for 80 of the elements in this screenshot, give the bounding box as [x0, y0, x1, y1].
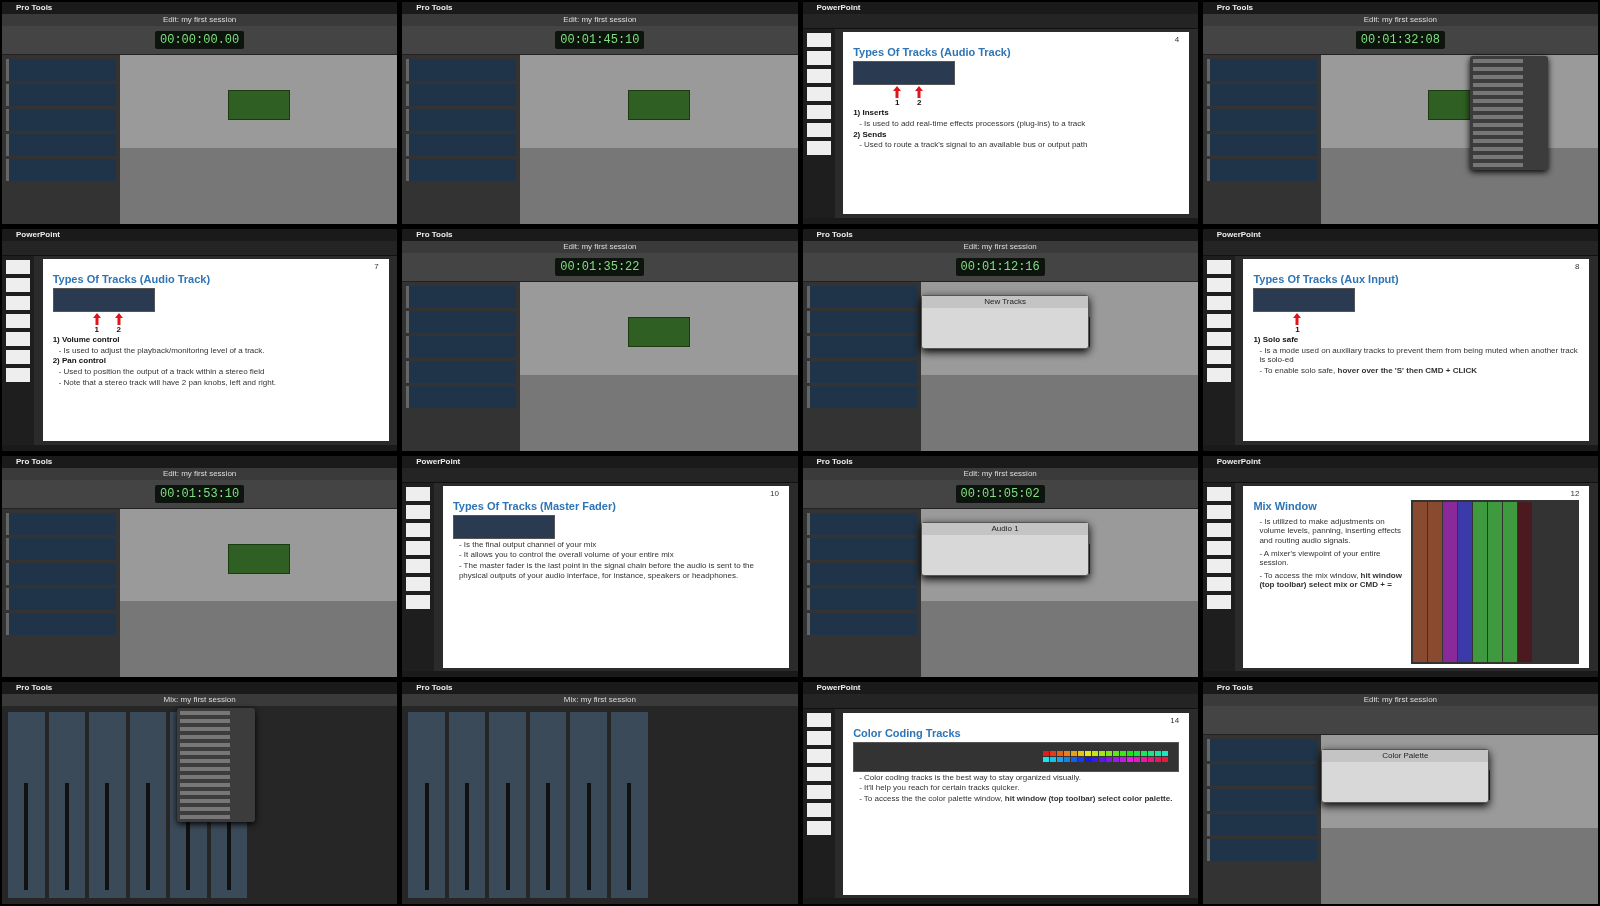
app-name: Pro Tools — [416, 2, 453, 14]
page-number: 8 — [1574, 262, 1580, 272]
app-name: Pro Tools — [1216, 682, 1254, 695]
bullet-text: - Is used to add real-time effects processors (plug-ins) to a track — [858, 118, 1087, 129]
app-name: PowerPoint — [1216, 455, 1261, 468]
dropdown-menu[interactable] — [1470, 56, 1548, 170]
page-number: 12 — [1570, 488, 1580, 498]
page-number: 14 — [1170, 715, 1180, 725]
bullet-text: - To access the the color palette window, hit window (top toolbar) select color palette. — [858, 793, 1174, 804]
bullet-text: 1) Volume control — [52, 335, 121, 345]
slide-title: Types Of Tracks (Aux Input) — [1253, 273, 1399, 286]
arrow-icon — [915, 86, 924, 99]
app-name: Pro Tools — [1216, 2, 1254, 14]
app-name: PowerPoint — [816, 682, 861, 695]
page-number: 4 — [1174, 35, 1180, 45]
marker-number: 2 — [916, 98, 922, 108]
bullet-text: - It'll help you reach for certain tracks quicker. — [858, 783, 1021, 793]
arrow-icon — [92, 313, 101, 326]
time-counter: 00:01:12:16 — [955, 257, 1045, 276]
app-name: Pro Tools — [816, 455, 853, 468]
audio-clip — [627, 90, 690, 120]
app-name: PowerPoint — [416, 455, 461, 468]
bullet-text: - Used to route a track's signal to an available bus or output path — [858, 140, 1089, 150]
marker-number: 1 — [1295, 325, 1300, 335]
page-number: 7 — [374, 262, 379, 272]
window-title: Edit: my first session — [402, 14, 798, 26]
slide-title: Types Of Tracks (Master Fader) — [452, 499, 616, 512]
bullet-text: - To access the mix window, hit window (top toolbar) select mix or CMD + = — [1258, 570, 1403, 591]
slide-title: Color Coding Tracks — [853, 726, 961, 739]
bullet-text: - To enable solo safe, hover over the 'S' then CMD + CLICK — [1258, 365, 1479, 376]
app-name: PowerPoint — [16, 228, 60, 241]
bullet-text: - Color coding tracks is the best way to stay organized visually. — [858, 772, 1082, 783]
dropdown-menu[interactable] — [177, 708, 255, 823]
time-counter: 00:01:45:10 — [555, 31, 645, 49]
bullet-text: 2) Pan control — [52, 356, 107, 366]
app-name: Pro Tools — [816, 228, 853, 241]
bullet-text: - Is the final output channel of your mix — [457, 539, 598, 550]
window-title: Edit: my first session — [2, 14, 398, 26]
app-name: Pro Tools — [16, 455, 53, 468]
dialog-title: Audio 1 — [922, 523, 1089, 535]
app-name: PowerPoint — [816, 2, 861, 14]
app-name: PowerPoint — [1216, 228, 1261, 241]
audio-clip — [227, 90, 290, 120]
window-title: Edit: my first session — [1202, 694, 1598, 707]
dialog-title: New Tracks — [922, 296, 1089, 309]
slide-title: Mix Window — [1253, 499, 1317, 512]
arrow-icon — [893, 86, 902, 99]
window-title: Mix: my first session — [402, 694, 798, 707]
app-name: Pro Tools — [16, 682, 53, 695]
marker-number: 1 — [94, 325, 99, 335]
window-title: Edit: my first session — [1202, 14, 1598, 26]
slide-title: Types Of Tracks (Audio Track) — [853, 46, 1011, 59]
app-name: Pro Tools — [416, 228, 453, 241]
bullet-text: - Is utilized to make adjustments on volume levels, panning, inserting effects and routing audio signals. — [1258, 516, 1403, 546]
arrow-icon — [114, 313, 123, 326]
bullet-text: - Is used to adjust the playback/monitoring level of a track. — [57, 345, 266, 356]
bullet-text: 1) Inserts — [853, 108, 890, 118]
bullet-text: 1) Solo safe — [1253, 335, 1300, 345]
app-name: Pro Tools — [416, 682, 453, 695]
bullet-text: - The master fader is the last point in the signal chain before the audio is sent to the physical outputs of your audio interface, for instance, speakers or headphones. — [457, 561, 755, 581]
arrow-icon — [1293, 313, 1302, 326]
slide-title: Types Of Tracks (Audio Track) — [52, 273, 211, 286]
bullet-text: - It allows you to control the overall volume of your entire mix — [457, 550, 675, 561]
time-counter: 00:01:53:10 — [155, 484, 245, 503]
audio-clip — [627, 316, 690, 347]
page-number: 10 — [769, 488, 779, 498]
marker-number: 1 — [894, 98, 900, 108]
window-title: Mix: my first session — [2, 694, 398, 707]
time-counter: 00:00:00.00 — [155, 31, 245, 49]
bullet-text: - A mixer's viewpoint of your entire session. — [1258, 548, 1382, 568]
dialog-title: Color Palette — [1322, 749, 1489, 762]
bullet-text: - Note that a stereo track will have 2 pan knobs, left and right. — [57, 377, 278, 388]
marker-number: 2 — [116, 325, 121, 335]
audio-clip — [227, 543, 290, 574]
time-counter: 00:01:35:22 — [555, 257, 645, 276]
app-name: Pro Tools — [16, 2, 53, 14]
time-counter: 00:01:05:02 — [955, 484, 1045, 503]
time-counter: 00:01:32:08 — [1355, 31, 1445, 49]
bullet-text: - Used to position the output of a track within a stereo field — [57, 366, 266, 377]
bullet-text: 2) Sends — [853, 129, 888, 140]
